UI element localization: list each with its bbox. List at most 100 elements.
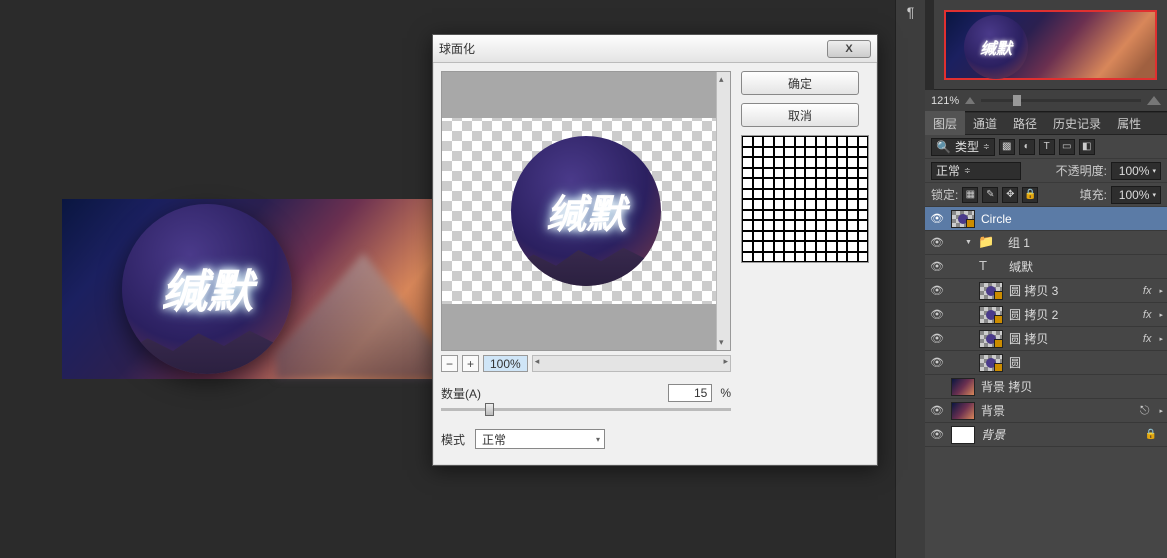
tab-channels[interactable]: 通道 <box>965 111 1005 136</box>
visibility-icon[interactable] <box>929 379 945 395</box>
type-layer-icon[interactable]: T <box>979 258 1003 276</box>
zoom-in-button[interactable]: + <box>462 355 479 372</box>
layers-list: 👁Circle👁▼📁组 1👁T缄默👁圆 拷贝 3fx▸👁圆 拷贝 2fx▸👁圆 … <box>925 207 1167 447</box>
layer-bgwhite[interactable]: 👁背景🔒 <box>925 423 1167 447</box>
panel-tabs: 图层 通道 路径 历史记录 属性 <box>925 113 1167 135</box>
visibility-icon[interactable]: 👁 <box>929 403 945 419</box>
zoom-out-button[interactable]: − <box>441 355 458 372</box>
ok-button[interactable]: 确定 <box>741 71 859 95</box>
layer-copy3[interactable]: 👁 圆 拷贝 3 fx ▸ <box>925 279 1167 303</box>
smart-object-thumbnail[interactable] <box>951 210 975 228</box>
slider-knob[interactable] <box>485 403 494 416</box>
preview-frame[interactable]: 缄默 <box>441 71 731 351</box>
canvas-artwork: 缄默 <box>62 199 451 379</box>
mode-row: 模式 正常 <box>441 429 731 449</box>
layer-kind-select[interactable]: 🔍 类型 ≑ <box>931 138 995 156</box>
paragraph-icon[interactable]: ¶ <box>896 4 925 20</box>
layer-bg[interactable]: 👁 背景 ⎋ ▸ <box>925 399 1167 423</box>
lock-position-icon[interactable]: ✥ <box>1002 187 1018 203</box>
layer-yuan[interactable]: 👁圆 <box>925 351 1167 375</box>
amount-input[interactable] <box>668 384 712 402</box>
visibility-icon[interactable]: 👁 <box>929 235 945 251</box>
fx-badge[interactable]: fx <box>1143 309 1152 321</box>
preview-vscroll[interactable] <box>716 72 730 350</box>
navigator-thumbnail[interactable]: 缄默 <box>944 10 1157 80</box>
layer-thumbnail[interactable] <box>951 402 975 420</box>
close-button[interactable]: X <box>827 40 871 58</box>
visibility-icon[interactable]: 👁 <box>929 427 945 443</box>
layer-circle[interactable]: 👁Circle <box>925 207 1167 231</box>
right-rail: ¶ <box>895 0 925 558</box>
smart-object-thumbnail[interactable] <box>979 306 1003 324</box>
preview-zoom-row: − + 100% <box>441 355 731 372</box>
layer-copy2[interactable]: 👁 圆 拷贝 2 fx ▸ <box>925 303 1167 327</box>
fx-badge[interactable]: fx <box>1143 333 1152 345</box>
visibility-icon[interactable]: 👁 <box>929 331 945 347</box>
dialog-titlebar[interactable]: 球面化 X <box>433 35 877 63</box>
dialog-title: 球面化 <box>439 40 827 57</box>
preview-checker: 缄默 <box>442 118 730 304</box>
filter-pixel-icon[interactable]: ▩ <box>999 139 1015 155</box>
filter-shape-icon[interactable]: ▭ <box>1059 139 1075 155</box>
cancel-button[interactable]: 取消 <box>741 103 859 127</box>
smart-object-thumbnail[interactable] <box>979 354 1003 372</box>
amount-label: 数量(A) <box>441 385 481 402</box>
fx-twisty-icon[interactable]: ▸ <box>1159 287 1163 295</box>
layer-name: 圆 拷贝 3 <box>1009 282 1137 299</box>
smart-object-thumbnail[interactable] <box>979 330 1003 348</box>
preview-circle: 缄默 <box>511 136 661 286</box>
artwork-text: 缄默 <box>161 255 253 321</box>
mode-label: 模式 <box>441 431 465 448</box>
filter-smartobject-icon[interactable]: ◧ <box>1079 139 1095 155</box>
fx-badge[interactable]: fx <box>1143 285 1152 297</box>
mode-select[interactable]: 正常 <box>475 429 605 449</box>
lock-transparency-icon[interactable]: ▦ <box>962 187 978 203</box>
navigator-zoom-slider[interactable] <box>981 99 1141 102</box>
opacity-input[interactable]: 100%▾ <box>1111 162 1161 180</box>
link-twisty-icon[interactable]: ▸ <box>1159 407 1163 415</box>
tab-paths[interactable]: 路径 <box>1005 111 1045 136</box>
blend-mode-select[interactable]: 正常 ≑ <box>931 162 1021 180</box>
layer-bgcopy[interactable]: 背景 拷贝 <box>925 375 1167 399</box>
layer-name: 背景 <box>981 426 1139 443</box>
tab-layers[interactable]: 图层 <box>925 111 965 136</box>
preview-text: 缄默 <box>546 182 626 240</box>
preview-hscroll[interactable] <box>532 355 731 372</box>
layer-thumbnail[interactable] <box>951 426 975 444</box>
filter-type-icon[interactable]: T <box>1039 139 1055 155</box>
fx-twisty-icon[interactable]: ▸ <box>1159 311 1163 319</box>
link-icon[interactable]: ⎋ <box>1140 403 1150 418</box>
visibility-icon[interactable]: 👁 <box>929 355 945 371</box>
amount-slider[interactable] <box>441 408 731 411</box>
tab-properties[interactable]: 属性 <box>1109 111 1149 136</box>
fx-twisty-icon[interactable]: ▸ <box>1159 335 1163 343</box>
layer-thumbnail[interactable] <box>951 378 975 396</box>
visibility-icon[interactable]: 👁 <box>929 307 945 323</box>
zoom-out-icon[interactable] <box>965 97 975 104</box>
layer-name: 圆 <box>1009 354 1163 371</box>
twisty-icon[interactable]: ▼ <box>965 239 972 246</box>
layer-copy1[interactable]: 👁圆 拷贝fx▸ <box>925 327 1167 351</box>
zoom-in-icon[interactable] <box>1147 96 1161 105</box>
chevron-down-icon: ≑ <box>964 166 971 175</box>
layer-filter-row: 🔍 类型 ≑ ▩ ◐ T ▭ ◧ <box>925 135 1167 159</box>
lock-all-icon[interactable]: 🔒 <box>1022 187 1038 203</box>
preview-zoom-value[interactable]: 100% <box>483 355 528 372</box>
filter-adjust-icon[interactable]: ◐ <box>1019 139 1035 155</box>
layer-name: 缄默 <box>1009 258 1163 275</box>
visibility-icon[interactable]: 👁 <box>929 259 945 275</box>
navigator-zoom-strip: 121% <box>925 90 1167 112</box>
lock-pixels-icon[interactable]: ✎ <box>982 187 998 203</box>
tab-history[interactable]: 历史记录 <box>1045 111 1109 136</box>
visibility-icon[interactable]: 👁 <box>929 211 945 227</box>
layer-group1[interactable]: 👁 ▼ 📁 组 1 <box>925 231 1167 255</box>
layer-text1[interactable]: 👁 T 缄默 <box>925 255 1167 279</box>
folder-icon[interactable]: 📁 <box>978 234 1002 252</box>
smart-object-thumbnail[interactable] <box>979 282 1003 300</box>
layer-name: 圆 拷贝 2 <box>1009 306 1137 323</box>
dialog-left-column: 缄默 − + 100% 数量(A) % 模式 <box>441 71 731 449</box>
layer-name: 组 1 <box>1008 234 1163 251</box>
visibility-icon[interactable]: 👁 <box>929 283 945 299</box>
layer-name: 背景 <box>981 402 1134 419</box>
fill-input[interactable]: 100%▾ <box>1111 186 1161 204</box>
